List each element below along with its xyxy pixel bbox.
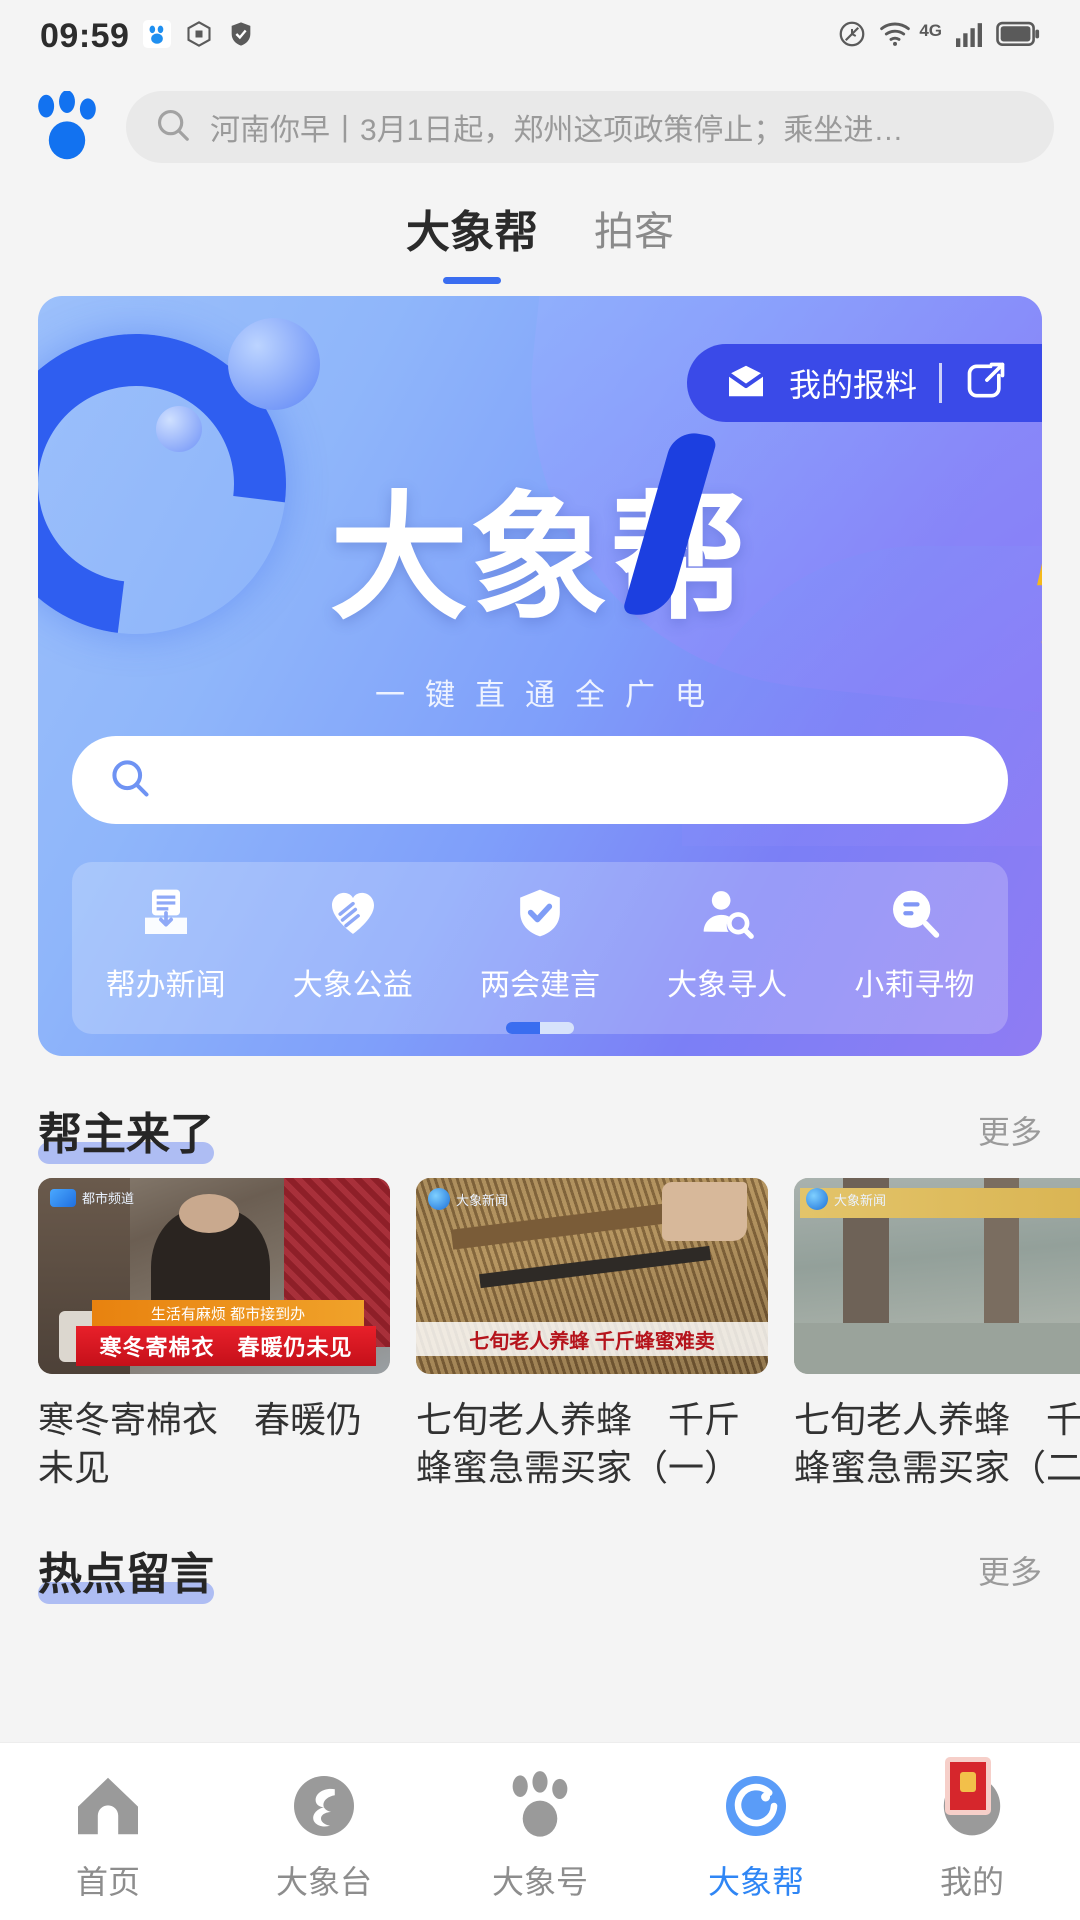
- section-title-text: 热点留言: [38, 1550, 214, 1599]
- search-input[interactable]: 河南你早丨3月1日起，郑州这项政策停止；乘坐进…: [126, 91, 1054, 163]
- lightning-bolt-decoration: [1037, 504, 1042, 644]
- dnd-icon: [837, 19, 867, 54]
- tab-bar: 大象帮 拍客: [0, 182, 1080, 282]
- banner-search-input[interactable]: [72, 736, 1008, 824]
- channel-logo-mark: [428, 1188, 450, 1210]
- search-icon: [154, 106, 192, 149]
- banner-tagline: 一键直通全广电: [375, 679, 725, 712]
- channel-name: 大象新闻: [456, 1192, 509, 1208]
- person-search-icon: [696, 882, 758, 944]
- pill-divider: [939, 363, 942, 403]
- shield-check-icon: [509, 882, 571, 944]
- status-bar-left: 09:59: [40, 17, 255, 56]
- video-thumbnail[interactable]: 大象新闻: [794, 1178, 1080, 1374]
- heart-hands-icon: [322, 882, 384, 944]
- top-bar: 河南你早丨3月1日起，郑州这项政策停止；乘坐进…: [0, 72, 1080, 182]
- paw-app-icon: [143, 19, 172, 53]
- pagination-dot[interactable]: [540, 1022, 574, 1034]
- quick-link-charity[interactable]: 大象公益: [268, 882, 438, 1004]
- quick-link-label: 两会建言: [479, 969, 600, 1002]
- battery-icon: [996, 21, 1040, 52]
- share-icon[interactable]: [964, 359, 1008, 408]
- search-icon: [108, 756, 152, 805]
- home-icon: [71, 1769, 145, 1843]
- banner-bubble-large: [228, 318, 320, 410]
- nav-label: 大象台: [275, 1864, 372, 1900]
- network-type-label: 4G: [919, 21, 942, 40]
- channel-logo: 大象新闻: [428, 1188, 508, 1210]
- card-title: 七旬老人养蜂 千斤蜂蜜急需买家（二）: [794, 1399, 1080, 1489]
- nav-label: 我的: [939, 1864, 1004, 1900]
- video-card[interactable]: 大象新闻 七旬老人养蜂 千斤蜂蜜难卖 七旬老人养蜂 千斤蜂蜜急需买家（一）: [416, 1178, 768, 1496]
- signal-icon: [954, 21, 984, 52]
- card-title: 寒冬寄棉衣 春暖仍未见: [38, 1399, 363, 1489]
- status-time: 09:59: [40, 16, 130, 55]
- quick-link-find-item[interactable]: 小莉寻物: [829, 882, 999, 1004]
- section-header-hotcomments: 热点留言 更多: [0, 1522, 1080, 1618]
- paw-logo[interactable]: [28, 90, 106, 163]
- banner-pagination[interactable]: [506, 1022, 574, 1034]
- hand-icon: [185, 20, 213, 53]
- channel-name: 大象新闻: [834, 1192, 887, 1208]
- status-bar-right: 4G: [837, 19, 1040, 54]
- section-more-link[interactable]: 更多: [978, 1107, 1042, 1153]
- quick-link-label: 大象寻人: [667, 969, 788, 1002]
- video-thumbnail[interactable]: 都市频道 生活有麻烦 都市接到办 寒冬寄棉衣 春暖仍未见: [38, 1178, 390, 1374]
- channel-logo-mark: [806, 1188, 828, 1210]
- status-bar: 09:59 4G: [0, 0, 1080, 72]
- quick-link-label: 帮办新闻: [105, 969, 226, 1002]
- nav-item-home[interactable]: 首页: [18, 1769, 198, 1903]
- video-card[interactable]: 大象新闻 七旬老人养蜂 千斤蜂蜜急需买家（二）: [794, 1178, 1080, 1496]
- tab-paike[interactable]: 拍客: [594, 199, 674, 265]
- thumbnail-overlay-title: 七旬老人养蜂 千斤蜂蜜难卖: [416, 1322, 768, 1356]
- bottom-navigation: 首页 大象台 大象号 大象帮 我的: [0, 1742, 1080, 1920]
- video-thumbnail[interactable]: 大象新闻 七旬老人养蜂 千斤蜂蜜难卖: [416, 1178, 768, 1374]
- search-item-icon: [883, 882, 945, 944]
- quick-links-grid: 帮办新闻 大象公益 两会建言 大象寻人 小莉寻物: [72, 862, 1008, 1034]
- video-card[interactable]: 都市频道 生活有麻烦 都市接到办 寒冬寄棉衣 春暖仍未见 寒冬寄棉衣 春暖仍未见: [38, 1178, 390, 1496]
- profile-icon: [935, 1757, 1009, 1843]
- nav-label: 首页: [75, 1864, 140, 1900]
- nav-item-elephant-hao[interactable]: 大象号: [450, 1769, 630, 1903]
- my-report-label: 我的报料: [788, 367, 917, 403]
- wifi-icon: [879, 20, 911, 53]
- tab-daxiangbang[interactable]: 大象帮: [406, 196, 538, 268]
- card-title: 七旬老人养蜂 千斤蜂蜜急需买家（一）: [416, 1399, 741, 1489]
- envelope-icon: [725, 364, 767, 403]
- shield-icon: [227, 20, 255, 53]
- document-news-icon: [135, 882, 197, 944]
- search-placeholder: 河南你早丨3月1日起，郑州这项政策停止；乘坐进…: [210, 114, 904, 147]
- channel-logo-mark: [50, 1188, 76, 1207]
- thumbnail-overlay-title: 寒冬寄棉衣 春暖仍未见: [76, 1326, 376, 1366]
- nav-item-daxiangbang[interactable]: 大象帮: [666, 1769, 846, 1903]
- quick-link-label: 小莉寻物: [854, 969, 975, 1002]
- channel-logo: 都市频道: [50, 1188, 134, 1207]
- quick-link-bangban-news[interactable]: 帮办新闻: [81, 882, 251, 1004]
- section-more-link[interactable]: 更多: [978, 1547, 1042, 1593]
- section-title: 帮主来了: [38, 1098, 214, 1164]
- channel-name: 都市频道: [82, 1191, 135, 1206]
- hero-banner: 我的报料 大象帮 一键直通全广电 帮办新闻 大象公益 两会建言 大象寻人 小莉寻…: [38, 296, 1042, 1056]
- pagination-dot-active[interactable]: [506, 1022, 540, 1034]
- nav-label: 大象号: [491, 1864, 588, 1900]
- thumbnail-overlay-subtitle: 生活有麻烦 都市接到办: [92, 1300, 364, 1326]
- quick-link-lianghui[interactable]: 两会建言: [455, 882, 625, 1004]
- section-header-bangzhu: 帮主来了 更多: [0, 1082, 1080, 1178]
- section-title-text: 帮主来了: [38, 1110, 214, 1159]
- card-list-bangzhu[interactable]: 都市频道 生活有麻烦 都市接到办 寒冬寄棉衣 春暖仍未见 寒冬寄棉衣 春暖仍未见…: [0, 1178, 1080, 1496]
- section-title: 热点留言: [38, 1538, 214, 1604]
- my-report-button[interactable]: 我的报料: [686, 344, 1042, 422]
- nav-item-profile[interactable]: 我的: [882, 1757, 1062, 1903]
- red-envelope-badge: [945, 1757, 991, 1815]
- quick-link-find-person[interactable]: 大象寻人: [642, 882, 812, 1004]
- paw-icon: [503, 1769, 577, 1843]
- nav-label: 大象帮: [707, 1864, 804, 1900]
- elephant-tv-icon: [287, 1769, 361, 1843]
- nav-item-elephant-tv[interactable]: 大象台: [234, 1769, 414, 1903]
- quick-link-label: 大象公益: [292, 969, 413, 1002]
- help-circle-icon: [719, 1769, 793, 1843]
- banner-title-art: 大象帮: [38, 429, 1042, 646]
- channel-logo: 大象新闻: [806, 1188, 886, 1210]
